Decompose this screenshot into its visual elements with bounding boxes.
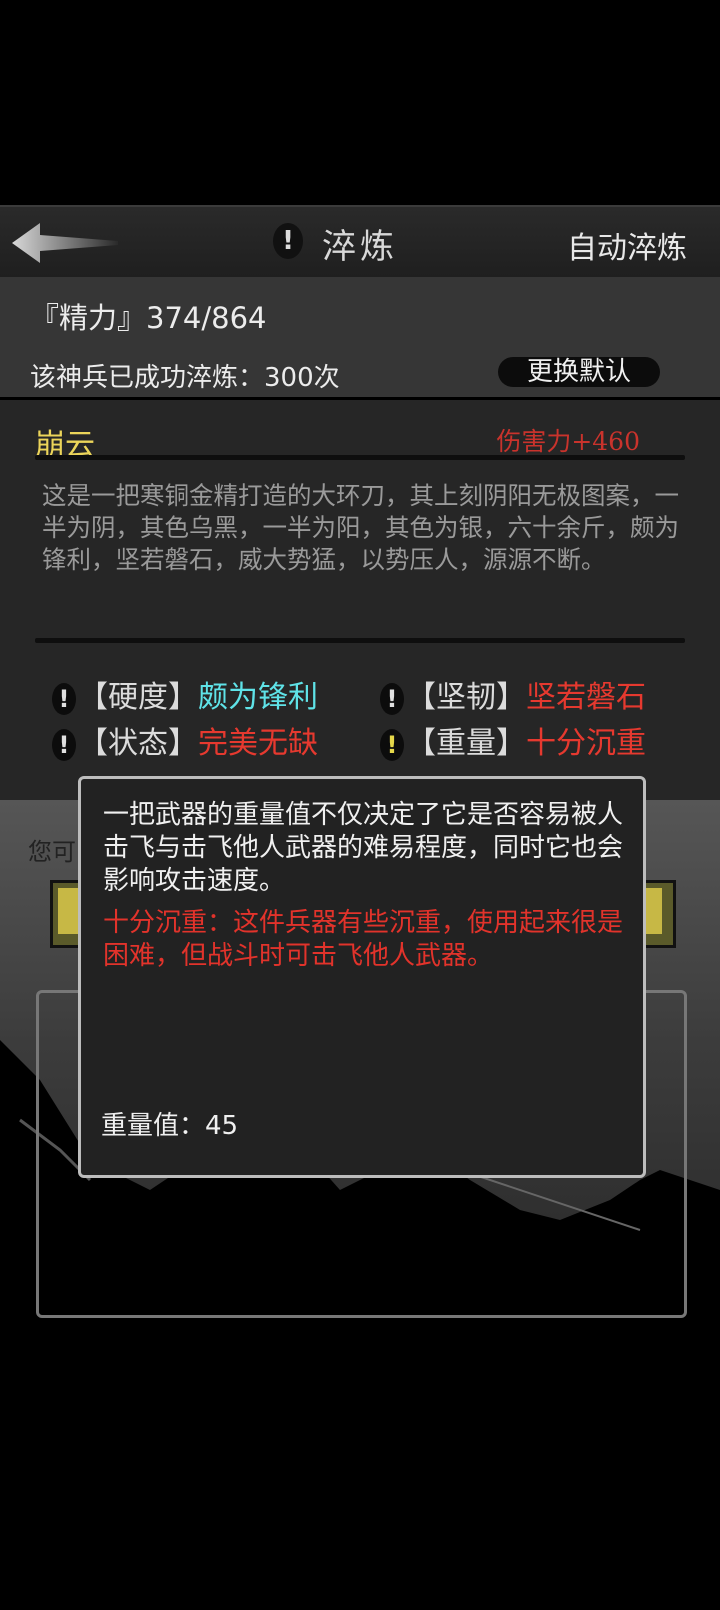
energy-value: 『精力』374/864 [30,301,267,335]
back-button[interactable] [10,221,120,265]
weight-tooltip[interactable]: 一把武器的重量值不仅决定了它是否容易被人击飞与击飞他人武器的难易程度，同时它也会… [78,776,646,1178]
tooltip-detail: 十分沉重：这件兵器有些沉重，使用起来很是困难，但战斗时可击飞他人武器。 [103,908,624,971]
attribute-hardness[interactable]: ! 【硬度】颇为锋利 [52,672,318,716]
info-icon[interactable]: ! [52,728,76,761]
top-bar: ! 淬炼 自动淬炼 [0,205,720,279]
info-icon[interactable]: ! [380,682,404,715]
attribute-value: 完美无缺 [198,726,318,761]
attribute-weight[interactable]: ! 【重量】十分沉重 [380,718,646,762]
back-arrow-icon [12,223,118,263]
attribute-value: 十分沉重 [526,726,646,761]
attribute-toughness[interactable]: ! 【坚韧】坚若磐石 [380,672,646,716]
reward-hint-text: 您可 [28,838,76,866]
divider [35,455,685,460]
change-default-button[interactable]: 更换默认 [498,357,660,387]
info-icon[interactable]: ! [273,223,303,259]
status-panel: 『精力』374/864 该神兵已成功淬炼：300次 更换默认 [0,277,720,397]
info-icon[interactable]: ! [380,728,404,761]
attribute-condition[interactable]: ! 【状态】完美无缺 [52,718,318,762]
divider [35,638,685,643]
weapon-description: 这是一把寒铜金精打造的大环刀，其上刻阴阳无极图案，一半为阴，其色乌黑，一半为阳，… [42,481,679,574]
attribute-value: 颇为锋利 [198,680,318,715]
attribute-label: 【坚韧】 [406,680,526,715]
refined-count: 该神兵已成功淬炼：300次 [30,363,340,393]
auto-refine-button[interactable]: 自动淬炼 [567,223,687,267]
damage-value: 伤害力+460 [496,427,640,456]
attribute-label: 【硬度】 [78,680,198,715]
page-title: 淬炼 [322,227,398,267]
weapon-panel: 崩云 伤害力+460 这是一把寒铜金精打造的大环刀，其上刻阴阳无极图案，一半为阴… [0,400,720,800]
tooltip-description: 一把武器的重量值不仅决定了它是否容易被人击飞与击飞他人武器的难易程度，同时它也会… [103,800,624,896]
attribute-label: 【重量】 [406,726,526,761]
attribute-value: 坚若磐石 [526,680,646,715]
attribute-label: 【状态】 [78,726,198,761]
info-icon[interactable]: ! [52,682,76,715]
weight-value: 重量值：45 [101,1111,239,1141]
